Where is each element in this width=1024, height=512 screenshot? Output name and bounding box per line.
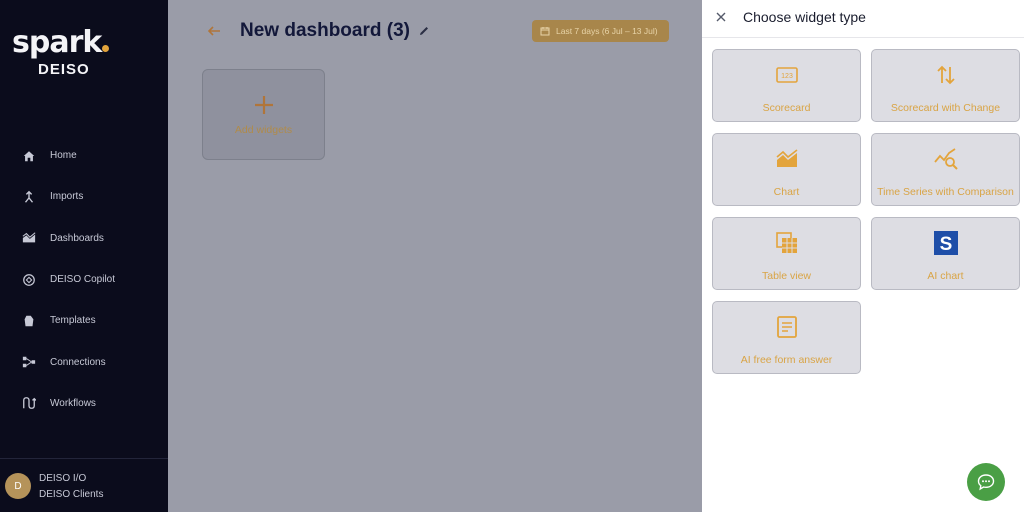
sidebar-item-label: Templates [50,315,96,327]
widget-option-label: Scorecard [762,102,811,114]
sidebar-item-templates[interactable]: Templates [0,300,168,341]
change-arrows-icon [933,62,959,88]
user-profile[interactable]: D DEISO I/O DEISO Clients [0,458,168,512]
date-range-label: Last 7 days (6 Jul – 13 Jul) [556,26,658,36]
sidebar-item-label: Imports [50,191,84,203]
panel-title: Choose widget type [743,9,866,25]
logo-dot [102,45,110,52]
widget-type-panel: Choose widget type 123 Scorecard Scoreca… [702,0,1024,512]
calendar-icon [540,27,550,36]
logo-subtext: DEISO [38,61,90,78]
close-icon[interactable] [715,11,727,23]
add-widgets-button[interactable]: Add widgets [202,69,325,160]
chat-support-button[interactable] [967,463,1005,501]
widget-option-label: Time Series with Comparison [877,186,1014,198]
user-name: DEISO I/O [39,473,87,484]
connections-icon [20,353,38,371]
main-content: New dashboard (3) Last 7 days (6 Jul – 1… [168,0,702,512]
avatar: D [5,473,31,499]
sidebar-item-home[interactable]: Home [0,135,168,176]
sidebar: spark DEISO Home Imports Dashboards DEIS… [0,0,168,512]
sidebar-item-connections[interactable]: Connections [0,341,168,382]
widget-option-chart[interactable]: Chart [712,133,861,206]
sidebar-item-copilot[interactable]: DEISO Copilot [0,259,168,300]
sidebar-item-label: Workflows [50,397,96,409]
widget-option-ai-chart[interactable]: S AI chart [871,217,1020,290]
sidebar-item-label: Dashboards [50,232,104,244]
chat-bubble-icon [977,474,995,491]
widget-option-label: Table view [761,270,812,282]
panel-header: Choose widget type [702,0,1024,38]
widget-option-label: Chart [773,186,800,198]
widget-option-table-view[interactable]: Table view [712,217,861,290]
page-title: New dashboard (3) [240,20,410,41]
widget-option-scorecard-with-change[interactable]: Scorecard with Change [871,49,1020,122]
imports-icon [20,188,38,206]
sidebar-item-dashboards[interactable]: Dashboards [0,218,168,259]
widget-option-label: AI free form answer [740,354,833,366]
logo[interactable]: spark DEISO [12,28,132,82]
s-logo-icon: S [933,230,959,256]
workflows-icon [20,394,38,412]
svg-text:S: S [939,234,952,255]
sidebar-item-workflows[interactable]: Workflows [0,383,168,424]
date-range-picker[interactable]: Last 7 days (6 Jul – 13 Jul) [532,20,669,42]
table-icon [774,230,800,256]
widget-option-time-series-comparison[interactable]: Time Series with Comparison [871,133,1020,206]
back-arrow-icon[interactable] [206,23,222,39]
pencil-icon[interactable] [418,25,430,37]
document-icon [774,314,800,340]
sidebar-nav: Home Imports Dashboards DEISO Copilot Te… [0,135,168,424]
sidebar-item-imports[interactable]: Imports [0,176,168,217]
sidebar-item-label: Connections [50,356,106,368]
scorecard-icon: 123 [774,62,800,88]
home-icon [20,147,38,165]
dashboards-icon [20,229,38,247]
widget-option-ai-free-form-answer[interactable]: AI free form answer [712,301,861,374]
widget-option-label: AI chart [927,270,964,282]
add-widgets-label: Add widgets [234,123,293,136]
widget-option-label: Scorecard with Change [890,102,1001,114]
plus-icon [254,95,273,114]
area-chart-icon [774,146,800,172]
sidebar-item-label: Home [50,150,77,162]
logo-text: spark [12,25,102,60]
sidebar-item-label: DEISO Copilot [50,274,116,286]
time-series-search-icon [933,146,959,172]
user-org: DEISO Clients [39,489,104,500]
widget-option-scorecard[interactable]: 123 Scorecard [712,49,861,122]
svg-text:123: 123 [781,73,793,80]
copilot-icon [20,271,38,289]
templates-icon [20,312,38,330]
